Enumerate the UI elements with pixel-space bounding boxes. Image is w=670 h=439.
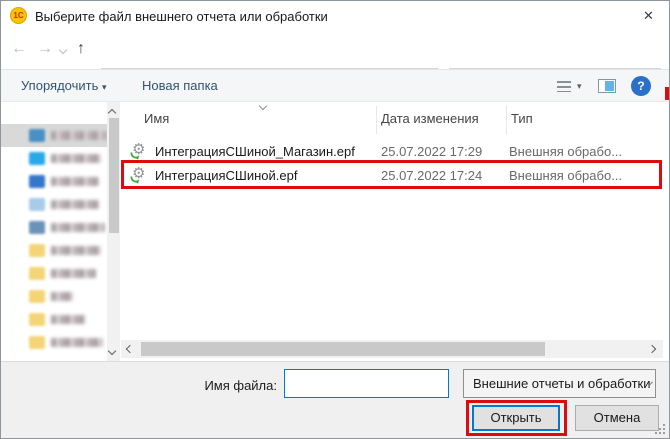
file-open-dialog: 1С Выберите файл внешнего отчета или обр… <box>0 0 670 439</box>
sidebar-item-label-redacted <box>51 338 103 347</box>
sidebar-item-label-redacted <box>51 246 101 255</box>
annotation-artifact <box>665 87 670 100</box>
sidebar-item-label-redacted <box>51 223 105 232</box>
sidebar-item-label-redacted <box>51 200 99 209</box>
up-icon[interactable]: ↑ <box>77 41 85 57</box>
column-header-name[interactable]: Имя <box>144 111 169 126</box>
sidebar-item-icon <box>29 336 45 349</box>
organize-caret-icon: ▾ <box>102 82 107 92</box>
sidebar-item[interactable] <box>1 170 107 193</box>
sidebar-item[interactable] <box>1 285 107 308</box>
help-button[interactable]: ? <box>631 76 651 96</box>
forward-icon[interactable]: → <box>37 41 53 57</box>
filename-combobox[interactable] <box>284 369 449 398</box>
command-toolbar: Упорядочить ▾ Новая папка ▾ ? <box>1 69 669 102</box>
open-button-label: Открыть <box>490 410 541 425</box>
sidebar-item-label-redacted <box>51 269 96 278</box>
file-modified-date: 25.07.2022 17:29 <box>381 144 482 159</box>
preview-pane-icon[interactable] <box>598 79 616 93</box>
filter-selected-value: Внешние отчеты и обработки <box>464 376 650 391</box>
sidebar-item-icon <box>29 267 45 280</box>
sidebar-item-label-redacted <box>51 315 85 324</box>
sidebar-item-icon <box>29 198 45 211</box>
column-divider[interactable] <box>506 106 507 134</box>
view-mode-icon[interactable] <box>557 81 571 92</box>
file-row[interactable]: ⚙ ИнтеграцияСШиной_Магазин.epf 25.07.202… <box>121 140 662 162</box>
close-button[interactable]: ✕ <box>627 1 670 31</box>
sidebar-item-icon <box>29 313 45 326</box>
history-chevron-icon[interactable] <box>59 46 67 54</box>
sidebar-scroll-thumb[interactable] <box>109 118 119 233</box>
sidebar-item[interactable] <box>1 147 107 170</box>
sidebar-item-icon <box>29 221 45 234</box>
new-folder-button[interactable]: Новая папка <box>142 78 218 93</box>
sidebar-item-label-redacted <box>51 177 99 186</box>
file-type: Внешняя обрабо... <box>509 144 622 159</box>
file-type-filter-dropdown[interactable]: Внешние отчеты и обработки <box>463 369 656 398</box>
view-mode-caret-icon[interactable]: ▾ <box>577 81 582 92</box>
sidebar-item-icon <box>29 175 45 188</box>
sidebar-item-label-redacted <box>51 154 101 163</box>
sidebar <box>1 102 107 361</box>
sidebar-item[interactable] <box>1 193 107 216</box>
new-folder-label: Новая папка <box>142 78 218 93</box>
sidebar-item[interactable] <box>1 124 107 147</box>
close-icon: ✕ <box>643 8 654 23</box>
organize-button[interactable]: Упорядочить ▾ <box>21 78 107 93</box>
horizontal-scroll-thumb[interactable] <box>141 342 545 356</box>
sidebar-item[interactable] <box>1 308 107 331</box>
open-button[interactable]: Открыть <box>472 405 560 431</box>
column-divider[interactable] <box>376 106 377 134</box>
sidebar-item-label-redacted <box>51 131 107 140</box>
file-name: ИнтеграцияСШиной_Магазин.epf <box>155 144 355 159</box>
sidebar-item-icon <box>29 129 45 142</box>
column-header-modified[interactable]: Дата изменения <box>381 111 479 126</box>
epf-file-icon: ⚙ <box>132 141 150 159</box>
cancel-button[interactable]: Отмена <box>575 405 659 431</box>
filename-input[interactable] <box>285 376 467 391</box>
back-icon[interactable]: ← <box>11 41 27 57</box>
filename-label: Имя файла: <box>151 378 277 393</box>
1c-app-icon: 1С <box>10 7 27 24</box>
resize-grip[interactable] <box>655 424 665 434</box>
green-arrow-icon <box>130 150 140 160</box>
sidebar-item-icon <box>29 244 45 257</box>
cancel-button-label: Отмена <box>594 410 641 425</box>
column-header-type[interactable]: Тип <box>511 111 533 126</box>
organize-label: Упорядочить <box>21 78 98 93</box>
sidebar-item[interactable] <box>1 331 107 354</box>
sidebar-item[interactable] <box>1 239 107 262</box>
sidebar-item[interactable] <box>1 216 107 239</box>
help-icon: ? <box>637 79 644 93</box>
title-bar: 1С Выберите файл внешнего отчета или обр… <box>1 1 669 31</box>
sidebar-item[interactable] <box>1 262 107 285</box>
sidebar-item-label-redacted <box>51 292 73 301</box>
sidebar-item-icon <box>29 152 45 165</box>
navigation-bar: ← → ↑ « ИнтеграцияСШиной › bin ↻ <box>1 31 669 69</box>
sidebar-item-icon <box>29 290 45 303</box>
annotation-highlight-row <box>121 160 662 189</box>
dialog-title: Выберите файл внешнего отчета или обрабо… <box>35 9 328 24</box>
